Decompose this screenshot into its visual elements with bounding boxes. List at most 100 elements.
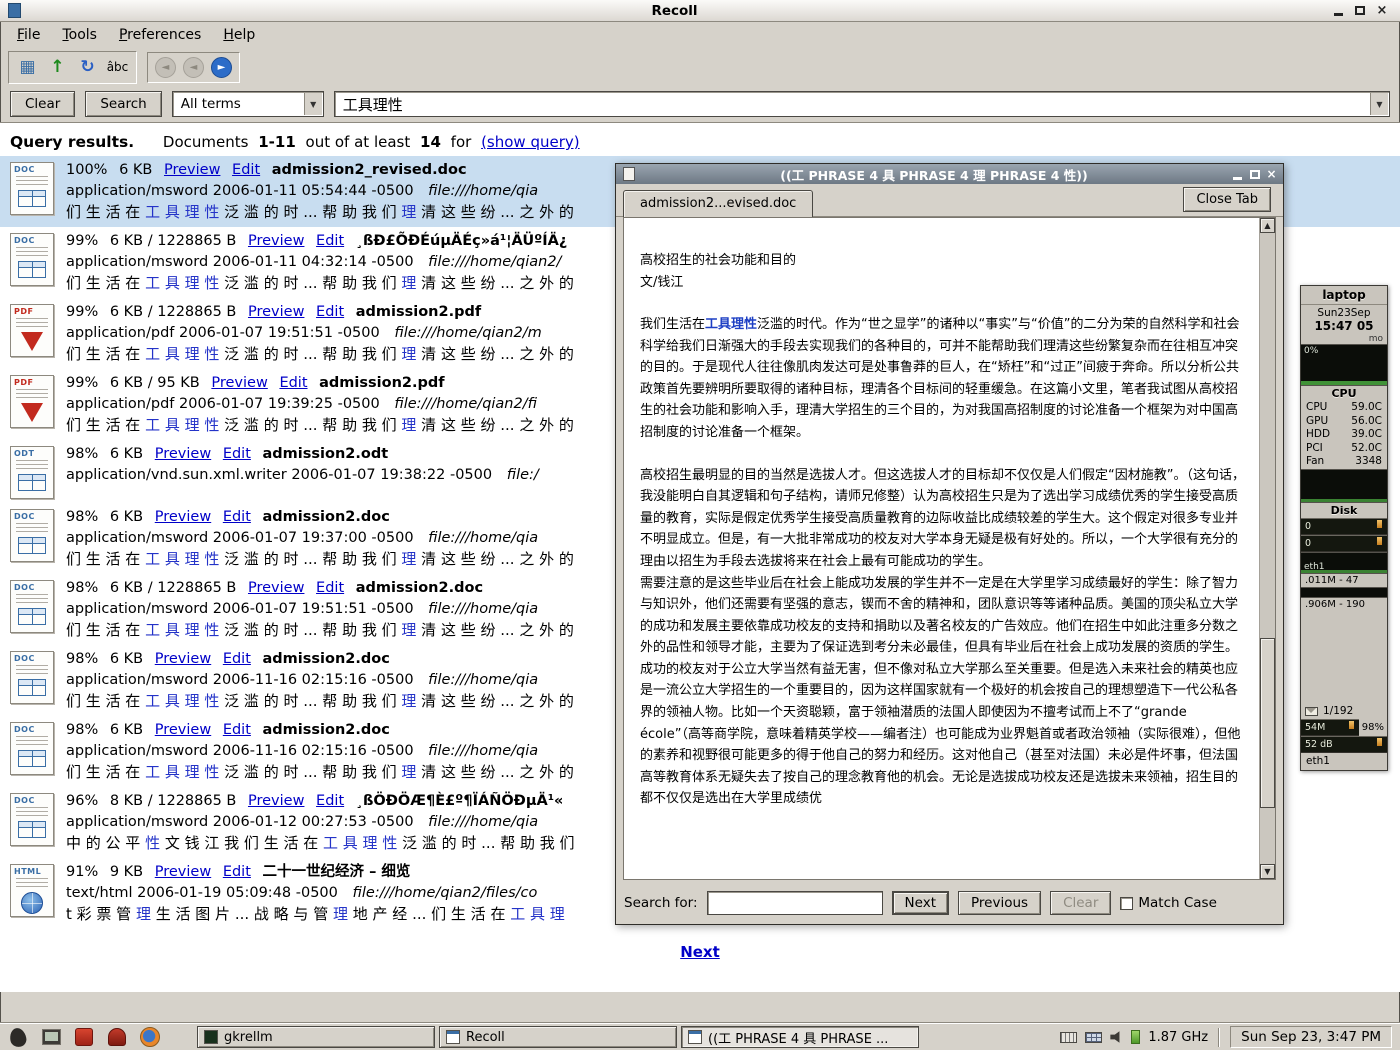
preview-link[interactable]: Preview (211, 375, 267, 391)
preview-link[interactable]: Preview (155, 509, 211, 525)
relevance-percent: 99% (66, 233, 98, 249)
keyboard-grid-icon[interactable] (1085, 1032, 1102, 1043)
term-explorer-icon[interactable]: âbc (104, 54, 131, 81)
refresh-icon[interactable]: ↻ (74, 54, 101, 81)
sort-icon[interactable]: ↑ (44, 54, 71, 81)
edit-link[interactable]: Edit (232, 162, 260, 178)
preview-link[interactable]: Preview (248, 793, 304, 809)
edit-link[interactable]: Edit (279, 375, 307, 391)
menu-help[interactable]: Help (212, 24, 266, 46)
next-page-link[interactable]: Next (0, 943, 1400, 961)
preview-link[interactable]: Preview (248, 233, 304, 249)
file-type-label: DOC (11, 163, 53, 174)
toolbar-group-main: ▦ ↑ ↻ âbc (8, 51, 137, 84)
scroll-down-icon[interactable]: ▼ (1260, 864, 1275, 879)
preview-window: ((工 PHRASE 4 具 PHRASE 4 理 PHRASE 4 性)) ×… (615, 163, 1284, 925)
result-snippet: 们 生 活 在 工 具 理 性 泛 滥 的 时 ... 帮 助 我 们 理 清 … (66, 202, 574, 223)
menu-tools[interactable]: Tools (51, 24, 108, 46)
firefox-launcher-icon[interactable] (138, 1026, 162, 1049)
memory-meter: 54M (1301, 719, 1359, 736)
find-clear-button[interactable]: Clear (1050, 891, 1111, 915)
preview-scrollbar[interactable]: ▲ ▼ (1259, 218, 1275, 879)
results-title: Query results. (10, 133, 134, 151)
preview-titlebar[interactable]: ((工 PHRASE 4 具 PHRASE 4 理 PHRASE 4 性)) × (616, 164, 1283, 184)
result-title: 二十一世纪经济 – 细览 (263, 864, 411, 880)
krell-slider (1377, 738, 1382, 746)
preview-link[interactable]: Preview (164, 162, 220, 178)
file-type-icon: DOC (10, 580, 54, 633)
edit-link[interactable]: Edit (316, 793, 344, 809)
preview-tab[interactable]: admission2...evised.doc (623, 190, 813, 217)
edit-link[interactable]: Edit (223, 446, 251, 462)
keyboard-layout-icon[interactable] (1060, 1032, 1077, 1043)
volume-icon[interactable] (1110, 1031, 1123, 1044)
query-input[interactable] (335, 95, 1389, 113)
menu-preferences[interactable]: Preferences (108, 24, 212, 46)
maximize-icon[interactable] (1350, 2, 1370, 20)
result-snippet: t 彩 票 管 理 生 活 图 片 ... 战 略 与 管 理 地 产 经 ..… (66, 904, 565, 925)
edit-link[interactable]: Edit (316, 233, 344, 249)
close-icon[interactable]: × (1372, 2, 1392, 20)
mail-launcher-icon[interactable] (105, 1026, 129, 1049)
preview-text: 高校招生的社会功能和目的文/钱江我们生活在工具理性泛滥的时代。作为“世之显学”的… (624, 218, 1259, 879)
match-case-checkbox[interactable] (1120, 897, 1133, 910)
footprint-launcher-icon[interactable] (6, 1026, 30, 1049)
preview-link[interactable]: Preview (155, 446, 211, 462)
edit-link[interactable]: Edit (223, 864, 251, 880)
taskbar-button[interactable]: Recoll (439, 1026, 677, 1048)
close-icon[interactable]: × (1263, 166, 1280, 182)
fan-label: Fan (1306, 455, 1324, 469)
gkrellm-hostname: laptop (1301, 286, 1387, 305)
volume-value: 52 dB (1305, 739, 1333, 750)
mime-and-date: application/msword 2006-01-07 19:51:51 -… (66, 601, 414, 617)
find-previous-button[interactable]: Previous (958, 891, 1041, 915)
minimize-icon[interactable] (1328, 2, 1348, 20)
preview-link[interactable]: Preview (155, 722, 211, 738)
edit-link[interactable]: Edit (223, 651, 251, 667)
edit-link[interactable]: Edit (223, 722, 251, 738)
find-next-button[interactable]: Next (892, 891, 949, 915)
minimize-icon[interactable] (1229, 166, 1246, 182)
edit-link[interactable]: Edit (223, 509, 251, 525)
close-tab-button[interactable]: Close Tab (1183, 187, 1271, 212)
find-input[interactable] (707, 891, 883, 915)
terminal-launcher-icon[interactable] (39, 1026, 63, 1049)
result-text: 100% 6 KB Preview Edit admission2_revise… (66, 160, 574, 223)
menu-file[interactable]: File (6, 24, 51, 46)
scroll-up-icon[interactable]: ▲ (1260, 218, 1275, 233)
prev-page-button[interactable]: ◄ (183, 57, 204, 78)
scrollbar-thumb[interactable] (1260, 638, 1275, 808)
next-page-button[interactable]: ► (211, 57, 232, 78)
search-button[interactable]: Search (85, 91, 161, 117)
preview-link[interactable]: Preview (248, 304, 304, 320)
edit-link[interactable]: Edit (316, 304, 344, 320)
search-mode-select[interactable]: All terms ▼ (172, 91, 324, 117)
preview-link[interactable]: Preview (248, 580, 304, 596)
maximize-icon[interactable] (1246, 166, 1263, 182)
relevance-percent: 91% (66, 864, 98, 880)
result-title: admission2_revised.doc (272, 162, 467, 178)
preview-link[interactable]: Preview (155, 651, 211, 667)
taskbar-button[interactable]: ((工 PHRASE 4 具 PHRASE ... (681, 1026, 919, 1048)
file-type-icon: DOC (10, 793, 54, 846)
sensor-hdd: HDD39.0C (1301, 428, 1387, 442)
file-size: 6 KB (110, 446, 143, 462)
icon-art (18, 474, 46, 491)
battery-icon[interactable] (1131, 1030, 1140, 1044)
edit-link[interactable]: Edit (316, 580, 344, 596)
chevron-down-icon[interactable]: ▼ (304, 93, 322, 115)
file-type-label: DOC (11, 510, 53, 521)
media-launcher-icon[interactable] (72, 1026, 96, 1049)
chevron-down-icon[interactable]: ▼ (1370, 93, 1388, 115)
window-controls: × (1328, 2, 1392, 20)
clear-button[interactable]: Clear (10, 91, 75, 117)
doc-history-icon[interactable]: ▦ (14, 54, 41, 81)
preview-link[interactable]: Preview (155, 864, 211, 880)
preview-window-title: ((工 PHRASE 4 具 PHRASE 4 理 PHRASE 4 性)) (639, 165, 1229, 184)
show-query-link[interactable]: (show query) (481, 133, 580, 151)
first-page-button[interactable]: ◄ (155, 57, 176, 78)
file-size: 9 KB (110, 864, 143, 880)
file-type-icon: PDF (10, 375, 54, 428)
result-text: 98% 6 KB Preview Edit admission2.doc app… (66, 507, 574, 570)
taskbar-button[interactable]: gkrellm (197, 1026, 435, 1048)
